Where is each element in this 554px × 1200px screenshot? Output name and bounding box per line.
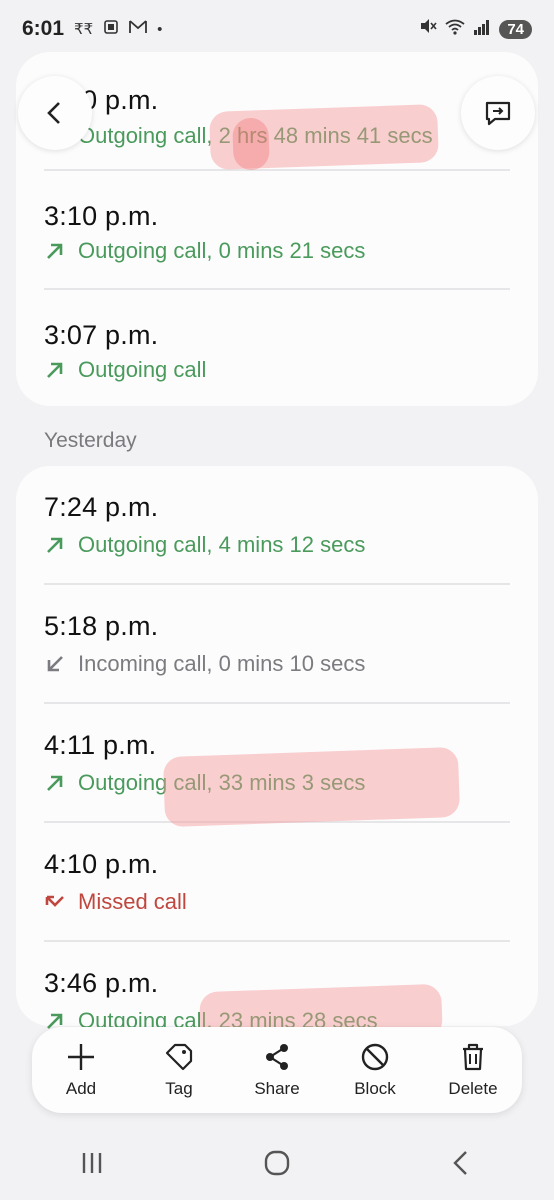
call-detail-text: Outgoing call, 4 mins 12 secs (78, 532, 366, 557)
bottom-action-bar: Add Tag Share Block Delete (32, 1027, 522, 1113)
block-button[interactable]: Block (330, 1041, 420, 1099)
share-icon (266, 1044, 288, 1070)
call-row[interactable]: 7:24 p.m. Outgoing call, 4 mins 12 secs (44, 466, 510, 585)
add-button[interactable]: Add (36, 1041, 126, 1099)
gmail-icon (129, 20, 148, 38)
call-detail: Outgoing call, 0 mins 21 secs (44, 238, 365, 264)
call-detail: Outgoing call (44, 357, 206, 383)
call-time: 3:10 p.m. (44, 201, 159, 231)
plus-icon (68, 1044, 94, 1070)
call-row[interactable]: 4:10 p.m. Missed call (44, 823, 510, 942)
battery-indicator: 74 (499, 19, 532, 39)
call-row[interactable]: 5:18 p.m. Incoming call, 0 mins 10 secs (44, 585, 510, 704)
screenshot-icon (103, 19, 119, 39)
yesterday-calls-card: 7:24 p.m. Outgoing call, 4 mins 12 secs … (16, 466, 538, 1033)
incoming-arrow-icon (44, 653, 66, 675)
missed-call-icon (44, 891, 66, 913)
signal-icon (473, 18, 491, 41)
call-detail-text: Incoming call, 0 mins 10 secs (78, 651, 366, 676)
call-time: 3:46 p.m. (44, 968, 159, 998)
add-label: Add (65, 1079, 97, 1098)
call-detail: Missed call (44, 889, 187, 915)
back-button[interactable] (18, 76, 92, 150)
call-time: 5:18 p.m. (44, 611, 159, 641)
outgoing-arrow-icon (44, 772, 66, 794)
call-time: 7:24 p.m. (44, 492, 159, 522)
more-notifications-dot: • (157, 20, 163, 38)
system-nav-bar (0, 1125, 554, 1200)
call-detail: Incoming call, 0 mins 10 secs (44, 651, 365, 677)
outgoing-arrow-icon (44, 534, 66, 556)
call-time: 4:10 p.m. (44, 849, 159, 879)
section-header-yesterday: Yesterday (44, 429, 137, 452)
highlight-mark (232, 117, 270, 171)
highlight-mark (162, 746, 461, 828)
call-row[interactable]: 3:07 p.m. Outgoing call (44, 290, 510, 407)
block-icon (361, 1043, 389, 1071)
outgoing-arrow-icon (44, 240, 66, 262)
trash-icon (463, 1043, 483, 1071)
status-time: 6:01 (22, 17, 65, 40)
tag-label: Tag (165, 1079, 193, 1098)
tag-button[interactable]: Tag (134, 1041, 224, 1099)
chevron-left-icon (47, 102, 60, 124)
call-time: 3:07 p.m. (44, 320, 159, 350)
home-icon[interactable] (261, 1147, 293, 1179)
wifi-icon (445, 18, 465, 41)
call-time: 4:11 p.m. (44, 730, 157, 760)
rupee-notification-icon: ₹₹ (74, 21, 94, 38)
delete-button[interactable]: Delete (428, 1041, 518, 1099)
recent-apps-icon[interactable] (76, 1147, 108, 1179)
message-icon (485, 101, 511, 126)
message-button[interactable] (461, 76, 535, 150)
today-calls-card: 3:10 p.m. Outgoing call, 2 hrs 48 mins 4… (16, 52, 538, 406)
call-detail: Outgoing call, 4 mins 12 secs (44, 532, 365, 558)
call-detail-text: Missed call (78, 889, 187, 914)
call-detail-text: Outgoing call, 0 mins 21 secs (78, 238, 366, 263)
share-label: Share (254, 1079, 300, 1098)
tag-icon (165, 1043, 193, 1071)
back-nav-icon[interactable] (446, 1147, 478, 1179)
mute-icon (419, 17, 437, 41)
status-bar: 6:01 ₹₹ • 74 (0, 0, 554, 58)
share-button[interactable]: Share (232, 1041, 322, 1099)
call-detail-text: Outgoing call (78, 357, 207, 382)
delete-label: Delete (448, 1079, 498, 1098)
outgoing-arrow-icon (44, 359, 66, 381)
block-label: Block (354, 1079, 396, 1098)
call-row[interactable]: 3:10 p.m. Outgoing call, 0 mins 21 secs (44, 171, 510, 290)
